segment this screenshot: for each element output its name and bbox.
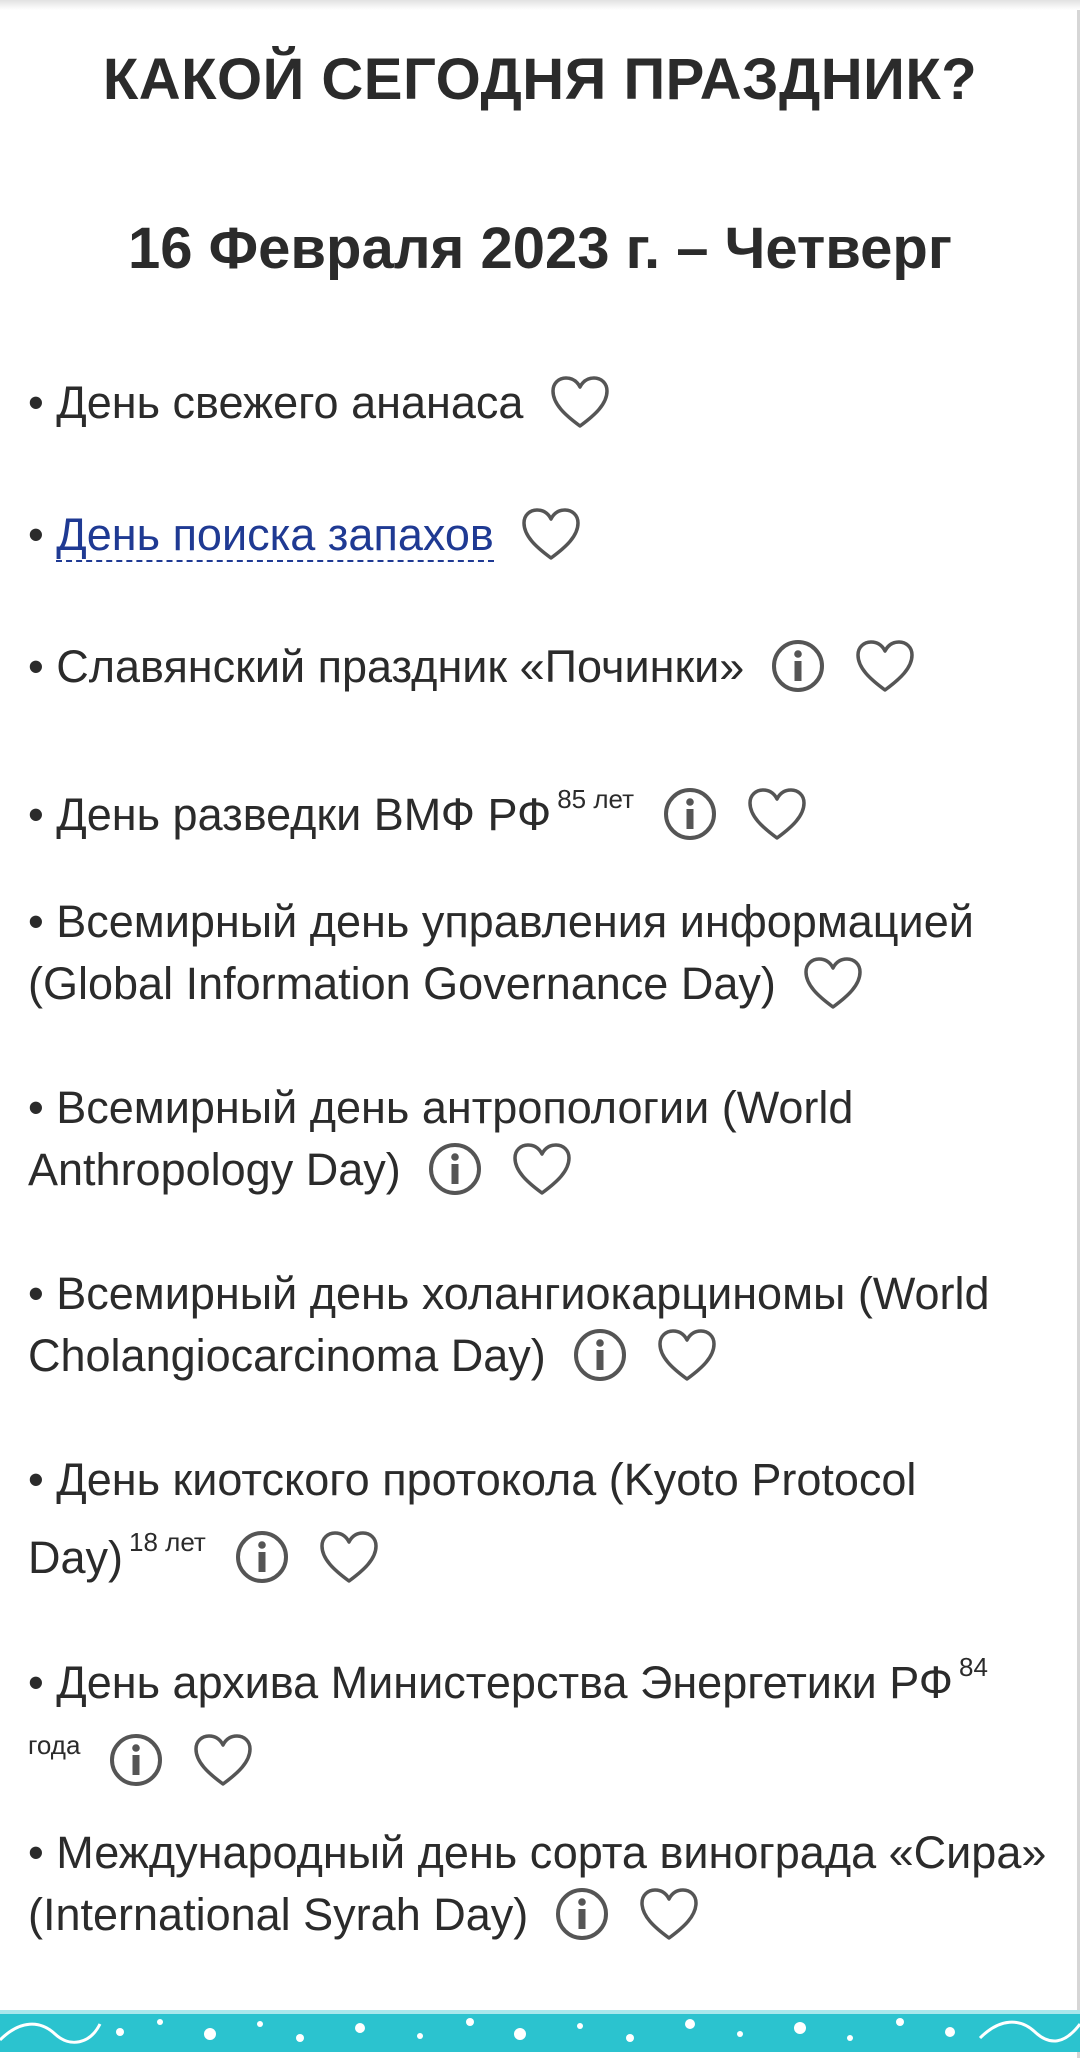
holiday-text: • День разведки ВМФ РФ: [28, 789, 552, 840]
heart-outline-icon[interactable]: [744, 784, 810, 844]
holiday-text: • Славянский праздник «Починки»: [28, 641, 745, 692]
holiday-text: • Международный день сорта винограда «Си…: [28, 1827, 1047, 1940]
heart-outline-icon[interactable]: [509, 1139, 575, 1199]
info-icon[interactable]: [552, 1884, 612, 1944]
holiday-item: • Всемирный день управления информацией …: [28, 891, 1053, 1017]
holiday-link[interactable]: День поиска запахов: [56, 509, 494, 562]
heart-outline-icon[interactable]: [654, 1325, 720, 1385]
info-icon[interactable]: [660, 784, 720, 844]
heart-outline-icon[interactable]: [800, 953, 866, 1013]
heart-outline-icon[interactable]: [518, 504, 584, 564]
info-icon[interactable]: [570, 1325, 630, 1385]
info-icon[interactable]: [232, 1527, 292, 1587]
holiday-age: 18 лет: [129, 1527, 206, 1557]
page-title: КАКОЙ СЕГОДНЯ ПРАЗДНИК?: [102, 47, 978, 112]
holiday-text: • Всемирный день холангиокарциномы (Worl…: [28, 1268, 990, 1381]
heart-outline-icon[interactable]: [190, 1730, 256, 1790]
page: КАКОЙ СЕГОДНЯ ПРАЗДНИК? 16 Февраля 2023 …: [0, 0, 1080, 2058]
decorative-footer-border: [0, 2010, 1080, 2052]
holiday-item: • Славянский праздник «Починки»: [28, 636, 1053, 700]
info-icon[interactable]: [768, 636, 828, 696]
heart-outline-icon[interactable]: [547, 372, 613, 432]
holiday-item: • День киотского протокола (Kyoto Protoc…: [28, 1449, 1053, 1591]
holiday-bullet: •: [28, 509, 57, 560]
holiday-item: • Международный день сорта винограда «Си…: [28, 1822, 1053, 1948]
holiday-item: • День свежего ананаса: [28, 372, 1053, 436]
info-icon[interactable]: [106, 1730, 166, 1790]
holiday-text: • День свежего ананаса: [28, 377, 524, 428]
heart-outline-icon[interactable]: [316, 1527, 382, 1587]
holiday-item: • День архива Министерства Энергетики РФ…: [28, 1636, 1053, 1794]
snowflake-pattern-icon: [0, 2010, 1080, 2052]
heart-outline-icon[interactable]: [636, 1884, 702, 1944]
holiday-text: • День киотского протокола (Kyoto Protoc…: [28, 1454, 917, 1583]
top-shadow: [0, 0, 1080, 10]
holiday-age: 85 лет: [557, 784, 635, 814]
page-date: 16 Февраля 2023 г. – Четверг: [127, 216, 952, 281]
heart-outline-icon[interactable]: [852, 636, 918, 696]
holiday-item: • День разведки ВМФ РФ 85 лет: [28, 768, 1053, 848]
holiday-item: • Всемирный день антропологии (World Ant…: [28, 1077, 1053, 1203]
info-icon[interactable]: [425, 1139, 485, 1199]
holiday-item: • День поиска запахов: [28, 504, 1053, 568]
holiday-item: • Всемирный день холангиокарциномы (Worl…: [28, 1263, 1053, 1389]
holiday-text: • День архива Министерства Энергетики РФ: [28, 1657, 953, 1708]
